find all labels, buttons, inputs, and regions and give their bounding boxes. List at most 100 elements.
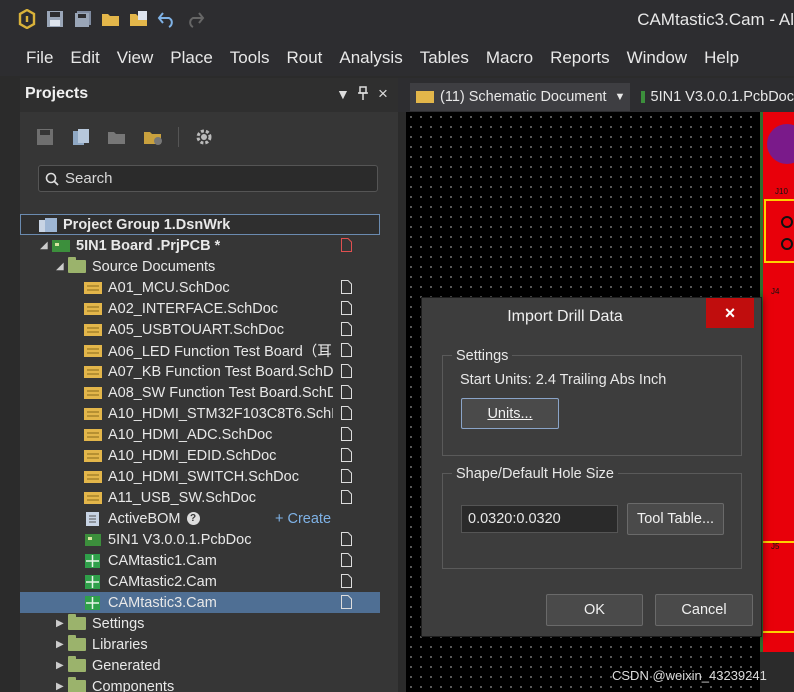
panel-pin-button[interactable] <box>358 86 368 103</box>
document-page-icon <box>341 280 352 294</box>
menu-help[interactable]: Help <box>704 48 739 68</box>
schematic-doc-icon <box>84 281 102 294</box>
schematic-doc-icon <box>84 302 102 315</box>
tab-pcbdoc[interactable]: 5IN1 V3.0.0.1.PcbDoc <box>634 83 794 111</box>
panel-menu-button[interactable]: ▼ <box>336 86 350 102</box>
save-all-icon[interactable] <box>72 8 94 30</box>
schdoc-label: A02_INTERFACE.SchDoc <box>108 300 279 317</box>
panel-close-button[interactable]: × <box>378 84 388 104</box>
menu-tables[interactable]: Tables <box>420 48 469 68</box>
activebom-row[interactable]: ActiveBOM ? + Create <box>20 508 380 529</box>
project-row[interactable]: ◢ 5IN1 Board .PrjPCB * <box>20 235 380 256</box>
tool-table-button[interactable]: Tool Table... <box>627 503 724 535</box>
document-page-icon <box>341 532 352 546</box>
schdoc-row[interactable]: A02_INTERFACE.SchDoc <box>20 298 380 319</box>
start-units-text: Start Units: 2.4 Trailing Abs Inch <box>460 372 667 388</box>
hole-size-field[interactable]: 0.0320:0.0320 <box>461 505 618 533</box>
menu-tools[interactable]: Tools <box>230 48 270 68</box>
menu-rout[interactable]: Rout <box>286 48 322 68</box>
menu-place[interactable]: Place <box>170 48 213 68</box>
schdoc-row[interactable]: A01_MCU.SchDoc <box>20 277 380 298</box>
ok-button[interactable]: OK <box>546 594 643 626</box>
settings-folder-row[interactable]: ▶ Settings <box>20 613 380 634</box>
schdoc-row[interactable]: A06_LED Function Test Board（耳 <box>20 340 380 361</box>
pcb-board-graphic: J10 J4 J5 <box>763 124 794 633</box>
menu-window[interactable]: Window <box>627 48 687 68</box>
menu-bar: File Edit View Place Tools Rout Analysis… <box>0 40 794 76</box>
pcb-label: J5 <box>771 542 780 551</box>
compile-icon[interactable] <box>70 126 92 148</box>
schdoc-row[interactable]: A07_KB Function Test Board.SchD <box>20 361 380 382</box>
schdoc-row[interactable]: A08_SW Function Test Board.SchD <box>20 382 380 403</box>
project-label: 5IN1 Board .PrjPCB * <box>76 237 221 254</box>
pcbdoc-row[interactable]: 5IN1 V3.0.0.1.PcbDoc <box>20 529 380 550</box>
cam-label: CAMtastic3.Cam <box>108 594 217 611</box>
units-button[interactable]: Units... <box>461 398 559 429</box>
workspace-icon <box>39 217 57 232</box>
schdoc-label: A08_SW Function Test Board.SchD <box>108 384 333 401</box>
expand-arrow-icon[interactable]: ▶ <box>56 639 68 650</box>
folder-label: Generated <box>92 657 161 674</box>
pcb-view[interactable]: J10 J4 J5 <box>760 112 794 652</box>
menu-file[interactable]: File <box>26 48 53 68</box>
expand-arrow-icon[interactable]: ▶ <box>56 618 68 629</box>
document-page-icon <box>341 574 352 588</box>
components-folder-row[interactable]: ▶ Components <box>20 676 380 692</box>
tab-schematic-document[interactable]: (11) Schematic Document ▼ <box>410 83 630 111</box>
undo-icon[interactable] <box>156 8 178 30</box>
window-title: CAMtastic3.Cam - Al <box>637 10 794 29</box>
menu-reports[interactable]: Reports <box>550 48 610 68</box>
expand-arrow-icon[interactable]: ▶ <box>56 681 68 692</box>
schdoc-label: A10_HDMI_SWITCH.SchDoc <box>108 468 299 485</box>
project-options-icon[interactable] <box>106 126 128 148</box>
source-documents-label: Source Documents <box>92 258 216 275</box>
schdoc-row[interactable]: A05_USBTOUART.SchDoc <box>20 319 380 340</box>
schdoc-row[interactable]: A10_HDMI_STM32F103C8T6.SchD <box>20 403 380 424</box>
schdoc-row[interactable]: A10_HDMI_EDID.SchDoc <box>20 445 380 466</box>
schematic-doc-icon <box>416 91 434 103</box>
pcb-doc-icon <box>641 91 645 103</box>
schematic-doc-icon <box>84 365 102 378</box>
gear-icon[interactable] <box>193 126 215 148</box>
import-drill-data-dialog: Import Drill Data × Settings Start Units… <box>421 297 762 637</box>
project-group-row[interactable]: Project Group 1.DsnWrk <box>20 214 380 235</box>
open-folder-icon[interactable] <box>100 8 122 30</box>
libraries-folder-row[interactable]: ▶ Libraries <box>20 634 380 655</box>
generated-folder-row[interactable]: ▶ Generated <box>20 655 380 676</box>
collapse-arrow-icon[interactable]: ◢ <box>40 240 52 251</box>
save-project-icon[interactable] <box>34 126 56 148</box>
dialog-close-button[interactable]: × <box>706 298 754 328</box>
open-document-icon[interactable] <box>128 8 150 30</box>
schematic-doc-icon <box>84 323 102 336</box>
cancel-button[interactable]: Cancel <box>655 594 753 626</box>
document-page-icon <box>341 364 352 378</box>
create-link[interactable]: + Create <box>275 511 331 527</box>
save-icon[interactable] <box>44 8 66 30</box>
tab-label: (11) Schematic Document <box>440 89 607 105</box>
folder-icon <box>68 635 86 651</box>
cam-row-selected[interactable]: CAMtastic3.Cam <box>20 592 380 613</box>
menu-analysis[interactable]: Analysis <box>339 48 402 68</box>
cam-row[interactable]: CAMtastic2.Cam <box>20 571 380 592</box>
chevron-down-icon[interactable]: ▼ <box>615 91 626 103</box>
help-icon[interactable]: ? <box>186 512 200 525</box>
menu-edit[interactable]: Edit <box>70 48 99 68</box>
redo-icon[interactable] <box>184 8 206 30</box>
source-documents-row[interactable]: ◢ Source Documents <box>20 256 380 277</box>
folder-icon <box>68 677 86 692</box>
panel-header: Projects ▼ × <box>20 78 398 112</box>
cam-row[interactable]: CAMtastic1.Cam <box>20 550 380 571</box>
menu-view[interactable]: View <box>117 48 154 68</box>
search-placeholder: Search <box>65 170 113 187</box>
close-project-icon[interactable] <box>142 126 164 148</box>
search-input[interactable]: Search <box>38 165 378 192</box>
schdoc-row[interactable]: A10_HDMI_ADC.SchDoc <box>20 424 380 445</box>
schematic-doc-icon <box>84 386 102 399</box>
expand-arrow-icon[interactable]: ▶ <box>56 660 68 671</box>
shape-hole-size-label: Shape/Default Hole Size <box>452 466 618 482</box>
schdoc-row[interactable]: A11_USB_SW.SchDoc <box>20 487 380 508</box>
schdoc-row[interactable]: A10_HDMI_SWITCH.SchDoc <box>20 466 380 487</box>
collapse-arrow-icon[interactable]: ◢ <box>56 261 68 272</box>
menu-macro[interactable]: Macro <box>486 48 533 68</box>
cam-doc-icon <box>85 553 100 568</box>
